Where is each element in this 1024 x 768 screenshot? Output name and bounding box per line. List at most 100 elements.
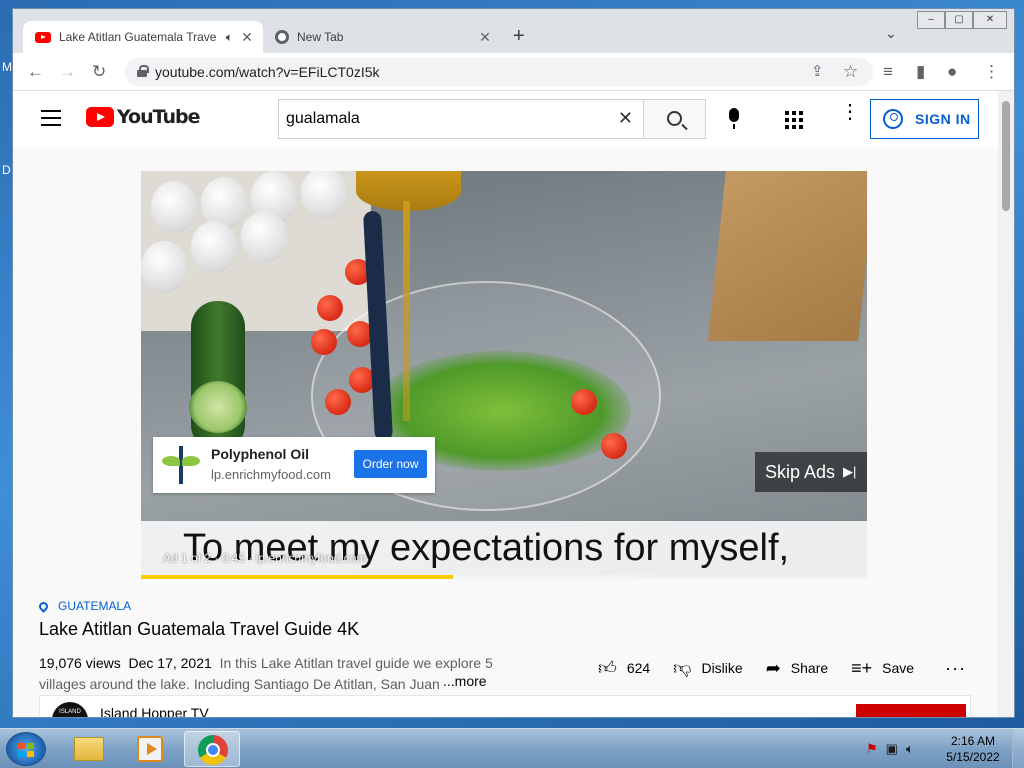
upload-date: Dec 17, 2021 xyxy=(128,655,212,671)
ad-url[interactable]: lp.enrichmyfood.com xyxy=(211,467,331,482)
voice-search-icon[interactable] xyxy=(729,108,739,129)
search-icon xyxy=(667,111,682,126)
reload-icon[interactable]: ↻ xyxy=(92,62,106,82)
channel-card: ISLAND HOPPER Island Hopper TV SUBSCRIBE xyxy=(39,695,971,717)
show-more-link[interactable]: ...more xyxy=(441,673,487,689)
ad-progress-bar[interactable] xyxy=(141,575,867,579)
apps-grid-icon[interactable] xyxy=(785,111,803,129)
network-icon[interactable]: ▣ xyxy=(886,741,898,757)
share-arrow-icon: ➦ xyxy=(765,657,781,678)
hashtag-link[interactable]: GUATEMALA xyxy=(37,599,132,613)
share-button[interactable]: ➦ Share xyxy=(766,658,828,679)
video-player[interactable]: To meet my expectations for myself, Poly… xyxy=(141,171,867,579)
clock-date: 5/15/2022 xyxy=(946,750,1000,764)
bookmark-star-icon[interactable]: ☆ xyxy=(843,62,858,82)
scrollbar-thumb[interactable] xyxy=(1002,101,1010,211)
new-tab-button[interactable]: + xyxy=(513,25,525,48)
youtube-header: YouTube gualamala ✕ ⋮ SIGN IN xyxy=(13,91,998,147)
media-control-icon[interactable]: ≡ xyxy=(883,62,893,82)
chrome-menu-icon[interactable]: ⋮ xyxy=(983,62,1000,82)
media-player-icon xyxy=(137,736,163,762)
profile-icon[interactable]: ● xyxy=(947,62,957,82)
more-actions-icon[interactable]: ··· xyxy=(945,658,966,679)
back-icon[interactable]: ← xyxy=(27,62,44,82)
volume-icon[interactable]: 🔈︎ xyxy=(906,741,914,757)
location-pin-icon xyxy=(37,599,50,613)
speaker-icon[interactable]: 🔈︎ xyxy=(226,30,233,45)
clear-search-icon[interactable]: ✕ xyxy=(618,108,633,129)
ad-title[interactable]: Polyphenol Oil xyxy=(211,446,309,462)
taskbar: ⚑ ▣ 🔈︎ 2:16 AM 5/15/2022 xyxy=(0,728,1024,768)
video-actions: 👍︎ 624 👎︎ Dislike ➦ Share ≡+ Save ··· xyxy=(598,657,966,679)
tab-youtube[interactable]: Lake Atitlan Guatemala Trave 🔈︎ ✕ xyxy=(23,21,263,53)
ad-progress-fill xyxy=(141,575,454,579)
sign-in-label: SIGN IN xyxy=(915,111,971,127)
skip-ads-button[interactable]: Skip Ads ▶| xyxy=(755,452,867,492)
subscribe-button[interactable]: SUBSCRIBE xyxy=(856,704,966,717)
browser-window: Lake Atitlan Guatemala Trave 🔈︎ ✕ New Ta… xyxy=(12,8,1015,718)
taskbar-chrome[interactable] xyxy=(184,731,240,767)
windows-logo-icon xyxy=(18,743,34,757)
desktop-icon-label[interactable]: D xyxy=(2,163,11,177)
search-button[interactable] xyxy=(643,99,706,139)
desktop-icon-label[interactable]: M xyxy=(2,60,12,74)
close-window-button[interactable]: ✕ xyxy=(973,11,1007,29)
tab-title: New Tab xyxy=(297,30,344,44)
channel-name[interactable]: Island Hopper TV xyxy=(100,705,209,717)
video-description[interactable]: 19,076 views Dec 17, 2021 In this Lake A… xyxy=(39,653,499,695)
settings-more-icon[interactable]: ⋮ xyxy=(840,102,860,122)
tab-new-tab[interactable]: New Tab ✕ xyxy=(265,21,501,53)
video-frame-bag xyxy=(708,171,867,341)
tab-title: Lake Atitlan Guatemala Trave xyxy=(59,30,217,44)
share-icon[interactable]: ⇪ xyxy=(811,62,824,82)
skip-ads-label: Skip Ads xyxy=(765,461,836,482)
taskbar-explorer[interactable] xyxy=(60,731,116,767)
lock-icon[interactable] xyxy=(137,65,149,77)
search-query: gualamala xyxy=(286,110,360,127)
clock[interactable]: 2:16 AM 5/15/2022 xyxy=(942,733,1004,765)
user-account-icon xyxy=(883,109,903,129)
search-input[interactable]: gualamala ✕ xyxy=(278,99,643,139)
ad-order-now-button[interactable]: Order now xyxy=(354,450,427,478)
skip-next-icon: ▶| xyxy=(843,464,857,479)
show-desktop-button[interactable] xyxy=(1012,729,1024,768)
hashtag-text: GUATEMALA xyxy=(58,599,132,613)
channel-avatar[interactable]: ISLAND HOPPER xyxy=(52,702,88,717)
thumbs-up-icon: 👍︎ xyxy=(598,658,617,678)
video-title: Lake Atitlan Guatemala Travel Guide 4K xyxy=(39,619,360,639)
thumbs-down-icon: 👎︎ xyxy=(673,658,692,678)
action-center-flag-icon[interactable]: ⚑ xyxy=(866,741,878,757)
ad-info-text: Ad 1 of 2 · 0:45 · lp.enrichmyfood.com xyxy=(163,551,367,565)
folder-icon xyxy=(74,737,104,761)
start-button[interactable] xyxy=(6,732,46,766)
youtube-logo-text: YouTube xyxy=(117,106,200,128)
share-label: Share xyxy=(790,660,829,676)
hamburger-menu-icon[interactable] xyxy=(41,110,61,126)
chrome-icon xyxy=(198,735,228,765)
close-tab-icon[interactable]: ✕ xyxy=(239,29,255,46)
address-bar[interactable]: youtube.com/watch?v=EFiLCT0zI5k xyxy=(125,58,873,86)
advertiser-logo-icon xyxy=(158,442,204,488)
minimize-button[interactable]: – xyxy=(917,11,945,29)
forward-icon[interactable]: → xyxy=(59,62,76,82)
system-tray: ⚑ ▣ 🔈︎ xyxy=(866,741,914,757)
maximize-button[interactable]: ▢ xyxy=(945,11,973,29)
save-button[interactable]: ≡+ Save xyxy=(851,658,914,679)
youtube-play-icon xyxy=(86,107,114,127)
save-label: Save xyxy=(882,660,915,676)
clock-time: 2:16 AM xyxy=(950,734,996,748)
like-button[interactable]: 👍︎ 624 xyxy=(598,657,650,679)
playlist-add-icon: ≡+ xyxy=(851,657,873,678)
youtube-logo[interactable]: YouTube xyxy=(86,106,200,128)
close-tab-icon[interactable]: ✕ xyxy=(477,29,493,46)
taskbar-media-player[interactable] xyxy=(122,731,178,767)
view-count: 19,076 views xyxy=(39,655,121,671)
like-count: 624 xyxy=(626,660,651,676)
browser-toolbar: ← → ↻ youtube.com/watch?v=EFiLCT0zI5k ⇪ … xyxy=(13,53,1014,91)
ad-overlay-card[interactable]: Polyphenol Oil lp.enrichmyfood.com Order… xyxy=(153,437,435,493)
dislike-button[interactable]: 👎︎ Dislike xyxy=(673,657,743,679)
sign-in-button[interactable]: SIGN IN xyxy=(870,99,979,139)
page-scrollbar[interactable] xyxy=(998,91,1014,717)
side-panel-icon[interactable]: ▮ xyxy=(916,62,925,82)
tab-search-icon[interactable]: ⌄ xyxy=(885,25,897,42)
